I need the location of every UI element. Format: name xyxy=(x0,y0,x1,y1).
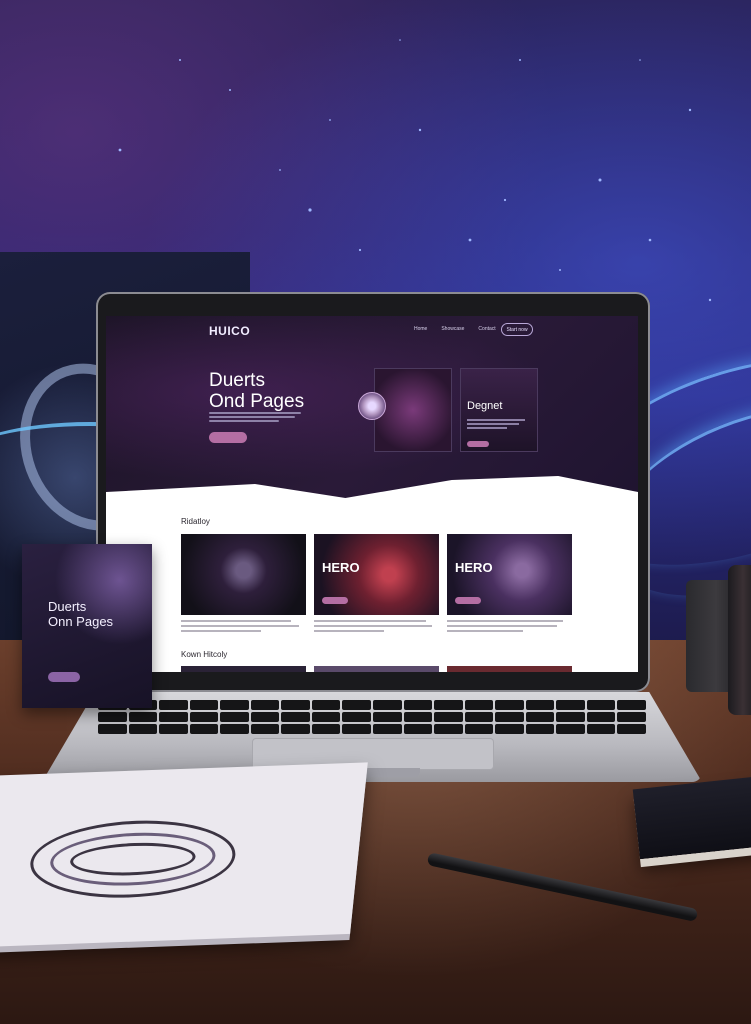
keyboard-key xyxy=(189,700,219,710)
keyboard-key xyxy=(617,724,646,734)
tile-1[interactable] xyxy=(181,534,306,615)
keyboard-key xyxy=(220,700,249,710)
tile-2-label: HERO xyxy=(322,560,360,575)
keyboard-key xyxy=(311,724,341,734)
keyboard-key xyxy=(495,712,524,722)
printed-card-title: Duerts Onn Pages xyxy=(48,599,113,629)
keyboard-key xyxy=(250,700,280,710)
keyboard-key xyxy=(556,724,585,734)
site-nav: Home Showcase Contact xyxy=(414,326,496,332)
laptop-keyboard xyxy=(96,698,648,736)
keyboard-key xyxy=(586,712,616,722)
closed-book xyxy=(632,774,751,860)
keyboard-key xyxy=(525,700,555,710)
feature-card[interactable]: Degnet xyxy=(460,368,538,452)
keyboard-key xyxy=(342,724,371,734)
keyboard-key xyxy=(617,712,646,722)
tile-descriptions xyxy=(181,620,572,635)
keyboard-key xyxy=(372,712,402,722)
keyboard-key xyxy=(403,712,433,722)
keyboard-key xyxy=(403,724,433,734)
printed-card-title-line2: Onn Pages xyxy=(48,614,114,629)
hero-cta-button[interactable] xyxy=(209,432,247,443)
tile-3[interactable]: HERO xyxy=(447,534,572,615)
printed-card: Duerts Onn Pages xyxy=(22,544,152,708)
feature-card-button[interactable] xyxy=(467,441,489,447)
printed-card-title-line1: Duerts xyxy=(48,599,87,614)
tile-1-text xyxy=(181,620,306,635)
hero-body-text xyxy=(209,412,301,424)
workspace-scene: HUICO Home Showcase Contact Start now Du… xyxy=(0,0,751,1024)
keyboard-key xyxy=(98,712,127,722)
tile-3-label: HERO xyxy=(455,560,493,575)
keyboard-key xyxy=(464,724,494,734)
section-title: Kown Hitcoly xyxy=(181,650,228,659)
tile-3-button[interactable] xyxy=(455,597,481,604)
keyboard-key xyxy=(220,712,249,722)
nav-item-1[interactable]: Home xyxy=(414,326,427,332)
tile-preview[interactable] xyxy=(181,666,306,672)
tile-row: HERO HERO xyxy=(181,534,572,615)
keyboard-key xyxy=(128,724,158,734)
keyboard-key xyxy=(464,700,494,710)
hero-title: Duerts Ond Pages xyxy=(209,370,304,412)
laptop-screen: HUICO Home Showcase Contact Start now Du… xyxy=(106,316,638,672)
tile-preview[interactable] xyxy=(447,666,572,672)
nav-item-3[interactable]: Contact xyxy=(478,326,495,332)
keyboard-key xyxy=(556,712,585,722)
keyboard-key xyxy=(403,700,433,710)
keyboard-key xyxy=(434,724,463,734)
keyboard-key xyxy=(372,700,402,710)
keyboard-key xyxy=(617,700,646,710)
tile-3-text xyxy=(447,620,572,635)
keyboard-key xyxy=(495,700,524,710)
sketch-notebook xyxy=(0,762,368,948)
keyboard-key xyxy=(495,724,524,734)
section-title: Ridatloy xyxy=(181,517,210,526)
hero-image-card[interactable] xyxy=(374,368,452,452)
hero-title-line2: Ond Pages xyxy=(209,391,305,412)
tile-preview[interactable] xyxy=(314,666,439,672)
feature-card-title: Degnet xyxy=(467,400,503,412)
printed-card-button xyxy=(48,672,80,682)
keyboard-key xyxy=(342,712,371,722)
keyboard-key xyxy=(586,724,616,734)
keyboard-key xyxy=(281,712,310,722)
keyboard-key xyxy=(556,700,585,710)
keyboard-key xyxy=(159,712,188,722)
keyboard-key xyxy=(189,724,219,734)
keyboard-key xyxy=(311,712,341,722)
keyboard-key xyxy=(98,724,127,734)
nav-item-2[interactable]: Showcase xyxy=(441,326,464,332)
disc-graphic xyxy=(358,392,386,420)
keyboard-key xyxy=(250,712,280,722)
tile-2[interactable]: HERO xyxy=(314,534,439,615)
keyboard-key xyxy=(342,700,371,710)
keyboard-key xyxy=(434,712,463,722)
keyboard-key xyxy=(434,700,463,710)
keyboard-key xyxy=(525,712,555,722)
keyboard-key xyxy=(128,712,158,722)
camera-lens xyxy=(728,565,751,715)
nav-cta-button[interactable]: Start now xyxy=(501,323,533,336)
keyboard-key xyxy=(281,700,310,710)
keyboard-key xyxy=(464,712,494,722)
feature-card-text xyxy=(467,419,527,431)
tile-2-button[interactable] xyxy=(322,597,348,604)
tile-2-text xyxy=(314,620,439,635)
hero-title-line1: Duerts xyxy=(209,370,265,391)
keyboard-key xyxy=(372,724,402,734)
tile-row-2 xyxy=(181,666,572,672)
keyboard-key xyxy=(250,724,280,734)
keyboard-key xyxy=(220,724,249,734)
keyboard-key xyxy=(281,724,310,734)
keyboard-key xyxy=(159,724,188,734)
site-logo[interactable]: HUICO xyxy=(209,324,250,338)
keyboard-key xyxy=(586,700,616,710)
keyboard-key xyxy=(525,724,555,734)
keyboard-key xyxy=(159,700,188,710)
keyboard-key xyxy=(189,712,219,722)
keyboard-key xyxy=(311,700,341,710)
